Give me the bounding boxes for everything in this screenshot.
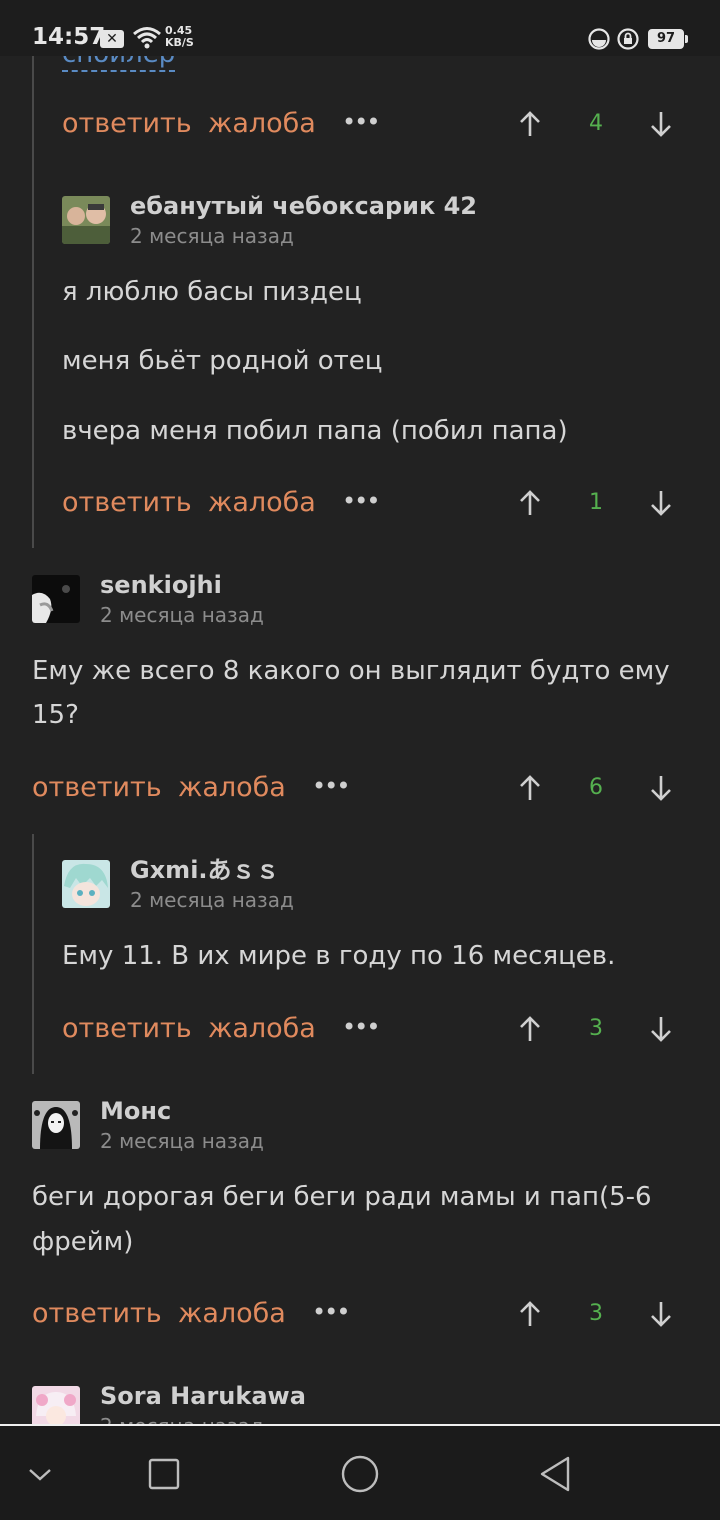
comment-actions: ответить жалоба ••• 3 — [32, 1294, 682, 1334]
more-dots-icon[interactable]: ••• — [342, 104, 380, 140]
more-dots-icon[interactable]: ••• — [342, 483, 380, 519]
battery-icon: 97 — [648, 29, 684, 49]
report-button[interactable]: жалоба — [178, 1294, 286, 1334]
comment-author[interactable]: senkiojhi — [100, 571, 222, 599]
comment-time: 2 месяца назад — [130, 224, 294, 248]
arrow-down-icon[interactable] — [648, 110, 674, 138]
comment-actions: ответить жалоба ••• 6 — [32, 768, 682, 808]
vote-score: 3 — [589, 1016, 603, 1041]
comment-author[interactable]: Монс — [100, 1097, 171, 1125]
notification-x-icon: ✕ — [100, 30, 124, 48]
more-dots-icon[interactable]: ••• — [312, 1294, 350, 1330]
thread-line — [32, 834, 34, 1074]
comment-author[interactable]: Gxmi.あｓｓ — [130, 856, 280, 884]
more-dots-icon[interactable]: ••• — [342, 1009, 380, 1045]
arrow-up-icon[interactable] — [517, 1015, 543, 1043]
comment-text-line: 15? — [32, 700, 79, 730]
arrow-up-icon[interactable] — [517, 1300, 543, 1328]
comment-author[interactable]: Sora Harukawa — [100, 1382, 306, 1410]
reply-button[interactable]: ответить — [32, 1294, 162, 1334]
comment-author[interactable]: ебанутый чебоксарик 42 — [130, 192, 477, 220]
status-time: 14:57 — [32, 24, 106, 50]
report-button[interactable]: жалоба — [178, 768, 286, 808]
vote-score: 1 — [589, 490, 603, 515]
arrow-down-icon[interactable] — [648, 1015, 674, 1043]
arrow-up-icon[interactable] — [517, 489, 543, 517]
vote-score: 4 — [589, 111, 603, 136]
report-button[interactable]: жалоба — [208, 1009, 316, 1049]
comment-actions: ответить жалоба ••• 4 — [62, 104, 682, 144]
comment-text-line: фрейм) — [32, 1227, 134, 1257]
arrow-down-icon[interactable] — [648, 774, 674, 802]
nav-home-circle-icon[interactable] — [338, 1452, 382, 1496]
reply-button[interactable]: ответить — [62, 1009, 192, 1049]
comment-text-line: Ему 11. В их мире в году по 16 месяцев. — [62, 941, 616, 971]
arrow-up-icon[interactable] — [517, 774, 543, 802]
report-button[interactable]: жалоба — [208, 483, 316, 523]
comment-time: 2 месяца назад — [130, 888, 294, 912]
avatar[interactable] — [62, 196, 110, 244]
network-speed: 0.45 KB/S — [165, 24, 194, 49]
nav-home-square-icon[interactable] — [142, 1452, 186, 1496]
vote-score: 6 — [589, 775, 603, 800]
more-dots-icon[interactable]: ••• — [312, 768, 350, 804]
do-not-disturb-icon — [588, 28, 610, 50]
battery-tip — [685, 35, 688, 43]
nav-back-triangle-icon[interactable] — [534, 1452, 578, 1496]
nav-back-chevron-icon[interactable] — [18, 1452, 62, 1496]
comment-text-line: Ему же всего 8 какого он выглядит будто … — [32, 656, 670, 686]
arrow-up-icon[interactable] — [517, 110, 543, 138]
comment-actions: ответить жалоба ••• 1 — [62, 483, 682, 523]
arrow-down-icon[interactable] — [648, 1300, 674, 1328]
comment-time: 2 месяца назад — [100, 603, 264, 627]
status-bar: 14:57 ✕ 0.45 KB/S 97 — [0, 0, 720, 56]
thread-line — [32, 56, 34, 548]
reply-button[interactable]: ответить — [62, 104, 192, 144]
arrow-down-icon[interactable] — [648, 489, 674, 517]
reply-button[interactable]: ответить — [32, 768, 162, 808]
comment-text-line: меня бьёт родной отец — [62, 346, 383, 376]
avatar[interactable] — [32, 1101, 80, 1149]
comment-actions: ответить жалоба ••• 3 — [62, 1009, 682, 1049]
wifi-icon — [133, 27, 161, 49]
comment-text-line: беги дорогая беги беги ради мамы и пап(5… — [32, 1182, 652, 1212]
vote-score: 3 — [589, 1301, 603, 1326]
reply-button[interactable]: ответить — [62, 483, 192, 523]
rotation-lock-icon — [617, 28, 639, 50]
system-navigation-bar — [0, 1424, 720, 1520]
comment-text-line: вчера меня побил папа (побил папа) — [62, 416, 568, 446]
report-button[interactable]: жалоба — [208, 104, 316, 144]
avatar[interactable] — [32, 575, 80, 623]
comment-text-line: я люблю басы пиздец — [62, 277, 362, 307]
avatar[interactable] — [62, 860, 110, 908]
comment-time: 2 месяца назад — [100, 1129, 264, 1153]
